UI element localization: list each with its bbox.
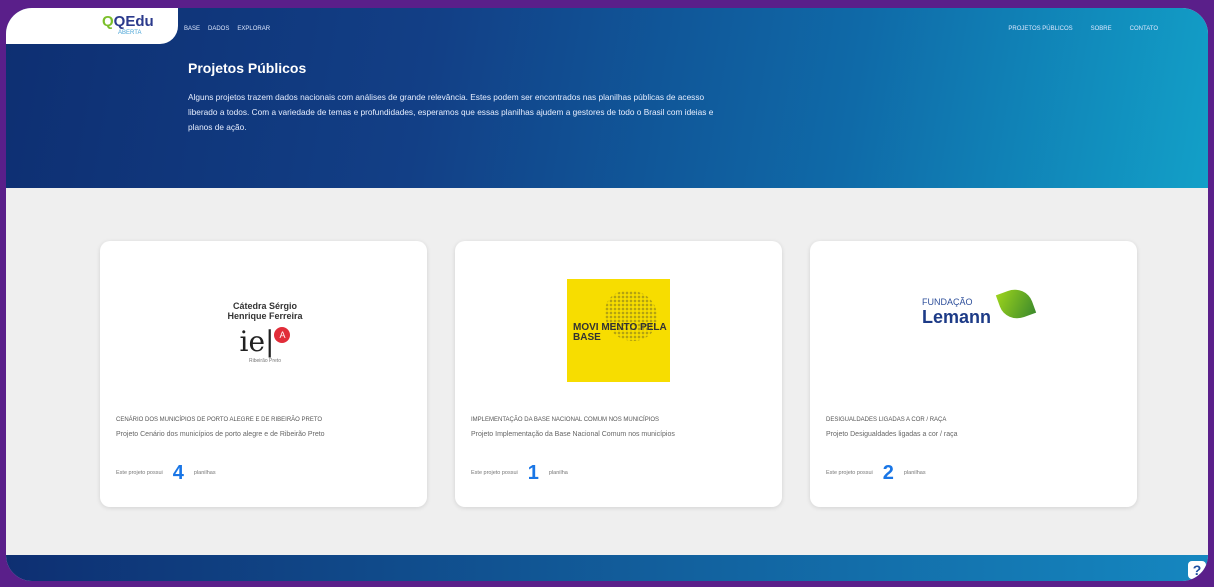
app-window: QQEdu ABERTA BASE DADOS EXPLORAR PROJETO… [6, 8, 1208, 581]
movimento-pela-base-logo: MOVI MENTO PELA BASE [567, 279, 670, 382]
card-title: DESIGUALDADES LIGADAS A COR / RAÇA [826, 417, 947, 423]
footer-bar [6, 555, 1208, 581]
nav-base[interactable]: BASE [184, 26, 200, 32]
nav-dados[interactable]: DADOS [208, 26, 229, 32]
sheet-count: 2 [882, 462, 894, 484]
nav-right: PROJETOS PÚBLICOS SOBRE CONTATO [1008, 26, 1158, 32]
nav-sobre[interactable]: SOBRE [1091, 26, 1112, 32]
logo-tab[interactable]: QQEdu ABERTA [6, 8, 178, 44]
card-footer: Este projeto possui 2 planilhas [826, 463, 926, 483]
sheet-count: 4 [172, 462, 184, 484]
page-title: Projetos Públicos [188, 60, 307, 76]
count-suffix: planilha [548, 470, 568, 476]
a-badge-icon: A [274, 327, 291, 343]
card-footer: Este projeto possui 4 planilhas [116, 463, 216, 483]
sheet-count: 1 [527, 462, 539, 484]
card-title: CENÁRIO DOS MUNICÍPIOS DE PORTO ALEGRE E… [116, 417, 323, 423]
project-card-base-nacional[interactable]: MOVI MENTO PELA BASE IMPLEMENTAÇÃO DA BA… [455, 241, 782, 507]
card-footer: Este projeto possui 1 planilha [471, 463, 568, 483]
qedu-logo-sub: ABERTA [118, 30, 142, 36]
nav-explorar[interactable]: EXPLORAR [237, 26, 270, 32]
catedra-logo: Cátedra Sérgio Henrique Ferreira ie| A Ri… [220, 301, 310, 364]
card-subtitle: Projeto Cenário dos municípios de porto … [116, 431, 325, 438]
card-subtitle: Projeto Implementação da Base Nacional C… [471, 431, 675, 438]
qedu-logo[interactable]: QQEdu [102, 13, 154, 30]
fundacao-lemann-logo: FUNDAÇÃO Lemann [922, 284, 1037, 328]
project-card-ribeirao[interactable]: Cátedra Sérgio Henrique Ferreira ie| A Ri… [100, 241, 427, 507]
catedra-logo-title: Cátedra Sérgio Henrique Ferreira [227, 301, 303, 321]
catedra-logo-foot: Ribeirão Preto [249, 358, 281, 364]
project-card-lemann[interactable]: FUNDAÇÃO Lemann DESIGUALDADES LIGADAS A … [810, 241, 1137, 507]
nav-left: BASE DADOS EXPLORAR [184, 26, 270, 32]
help-icon[interactable]: ? [1188, 561, 1206, 579]
count-suffix: planilhas [903, 470, 926, 476]
movimento-logo-text: MOVI MENTO PELA BASE [573, 322, 667, 343]
count-prefix: Este projeto possui [471, 470, 518, 476]
count-prefix: Este projeto possui [826, 470, 873, 476]
nav-contato[interactable]: CONTATO [1130, 26, 1158, 32]
nav-projetos-publicos[interactable]: PROJETOS PÚBLICOS [1008, 26, 1072, 32]
ie-logo-mark: ie| [239, 325, 275, 358]
card-title: IMPLEMENTAÇÃO DA BASE NACIONAL COMUM NOS… [471, 417, 660, 423]
card-subtitle: Projeto Desigualdades ligadas a cor / ra… [826, 431, 958, 438]
count-suffix: planilhas [193, 470, 216, 476]
page-description: Alguns projetos trazem dados nacionais c… [188, 92, 714, 132]
count-prefix: Este projeto possui [116, 470, 163, 476]
hero-banner: QQEdu ABERTA BASE DADOS EXPLORAR PROJETO… [6, 8, 1208, 188]
